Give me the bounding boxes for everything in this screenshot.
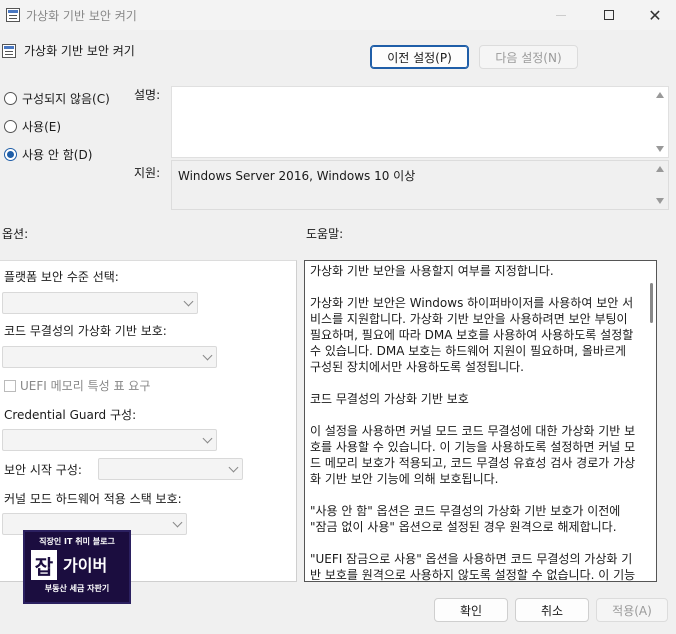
radio-button[interactable] — [4, 120, 17, 133]
comment-label: 설명: — [134, 88, 161, 102]
supported-value: Windows Server 2016, Windows 10 이상 — [178, 169, 416, 183]
supported-label: 지원: — [134, 166, 161, 180]
radio-label: 사용(E) — [22, 120, 62, 134]
next-setting-button[interactable]: 다음 설정(N) — [479, 45, 578, 69]
policy-header-icon — [2, 44, 16, 58]
scroll-up-icon[interactable] — [656, 92, 664, 98]
secure-launch-label: 보안 시작 구성: — [4, 463, 82, 477]
uefi-checkbox-label: UEFI 메모리 특성 표 요구 — [20, 379, 151, 393]
title-bar: 가상화 기반 보안 켜기 ✕ — [0, 0, 676, 30]
radio-not-configured[interactable]: 구성되지 않음(C) — [4, 90, 110, 107]
radio-button[interactable] — [4, 92, 17, 105]
scroll-down-icon[interactable] — [656, 146, 664, 152]
logo-mark: 잡 — [31, 550, 57, 580]
radio-label: 구성되지 않음(C) — [22, 92, 110, 106]
kernel-stack-label: 커널 모드 하드웨어 적용 스택 보호: — [4, 492, 182, 506]
uefi-checkbox[interactable] — [4, 379, 16, 392]
close-icon: ✕ — [648, 5, 662, 25]
secure-launch-dropdown[interactable] — [98, 458, 243, 480]
maximize-icon — [604, 10, 614, 20]
comment-scrollbar[interactable] — [652, 87, 668, 157]
help-text: 가상화 기반 보안을 사용할지 여부를 지정합니다. 가상화 기반 보안은 Wi… — [310, 264, 636, 582]
code-integrity-label: 코드 무결성의 가상화 기반 보호: — [4, 324, 167, 338]
help-header: 도움말: — [306, 227, 344, 241]
minimize-button[interactable] — [538, 0, 584, 30]
policy-title: 가상화 기반 보안 켜기 — [24, 44, 135, 58]
blog-logo: 직장인 IT 취미 블로그 잡 가이버 부동산 세금 자판기 — [23, 530, 131, 604]
radio-enabled[interactable]: 사용(E) — [4, 118, 61, 135]
radio-disabled[interactable]: 사용 안 함(D) — [4, 146, 92, 163]
chevron-down-icon — [228, 462, 239, 473]
options-header: 옵션: — [2, 227, 29, 241]
help-scrollbar[interactable] — [644, 261, 656, 581]
uefi-checkbox-row[interactable]: UEFI 메모리 특성 표 요구 — [4, 377, 150, 394]
scrollbar-thumb[interactable] — [650, 283, 653, 323]
credential-guard-dropdown[interactable] — [2, 429, 217, 451]
prev-setting-button[interactable]: 이전 설정(P) — [370, 45, 469, 69]
scroll-down-icon[interactable] — [656, 198, 664, 204]
chevron-down-icon — [183, 296, 194, 307]
policy-icon — [6, 8, 20, 22]
scroll-up-icon[interactable] — [656, 166, 664, 172]
cancel-button[interactable]: 취소 — [515, 598, 589, 622]
window-title: 가상화 기반 보안 켜기 — [26, 9, 137, 23]
code-integrity-dropdown[interactable] — [2, 346, 217, 368]
logo-tagline: 직장인 IT 취미 블로그 — [39, 537, 115, 546]
maximize-button[interactable] — [586, 0, 632, 30]
logo-subtitle: 부동산 세금 자판기 — [44, 584, 110, 593]
radio-button[interactable] — [4, 148, 17, 161]
ok-button[interactable]: 확인 — [434, 598, 508, 622]
apply-button[interactable]: 적용(A) — [596, 598, 668, 622]
comment-textarea[interactable] — [171, 86, 669, 158]
platform-security-dropdown[interactable] — [2, 292, 198, 314]
minimize-icon — [556, 14, 566, 16]
chevron-down-icon — [202, 433, 213, 444]
platform-security-label: 플랫폼 보안 수준 선택: — [4, 270, 119, 284]
supported-scrollbar[interactable] — [652, 161, 668, 209]
close-button[interactable]: ✕ — [632, 0, 676, 30]
radio-label: 사용 안 함(D) — [22, 148, 93, 162]
supported-field: Windows Server 2016, Windows 10 이상 — [171, 160, 669, 210]
help-panel: 가상화 기반 보안을 사용할지 여부를 지정합니다. 가상화 기반 보안은 Wi… — [304, 260, 657, 582]
logo-name: 가이버 — [63, 556, 108, 575]
chevron-down-icon — [172, 517, 183, 528]
chevron-down-icon — [202, 350, 213, 361]
credential-guard-label: Credential Guard 구성: — [4, 408, 137, 422]
